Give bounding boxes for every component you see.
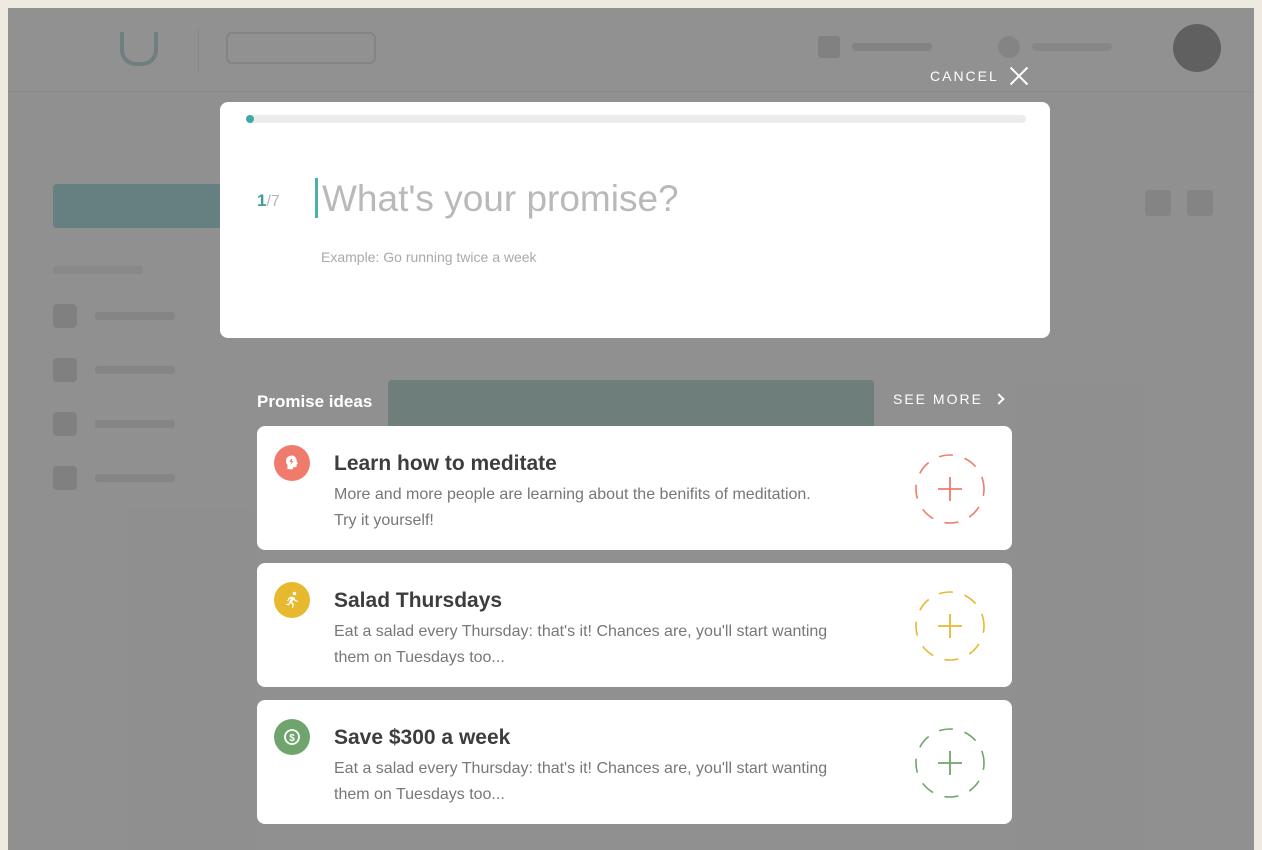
add-idea-button[interactable] bbox=[913, 589, 987, 663]
text-caret bbox=[315, 178, 318, 218]
cancel-label: CANCEL bbox=[930, 68, 999, 84]
step-counter: 1/7 bbox=[257, 191, 280, 211]
step-total: /7 bbox=[266, 193, 280, 210]
idea-card-save[interactable]: $ Save $300 a week Eat a salad every Thu… bbox=[257, 700, 1012, 824]
idea-title: Salad Thursdays bbox=[334, 589, 503, 612]
idea-card-meditate[interactable]: Learn how to meditate More and more peop… bbox=[257, 426, 1012, 550]
see-more-link[interactable]: SEE MORE bbox=[893, 391, 1005, 407]
idea-title: Save $300 a week bbox=[334, 726, 511, 749]
chevron-right-icon bbox=[993, 393, 1005, 405]
promise-input[interactable] bbox=[322, 174, 1002, 224]
see-more-label: SEE MORE bbox=[893, 391, 983, 407]
runner-icon bbox=[274, 582, 310, 618]
idea-description: Eat a salad every Thursday: that's it! C… bbox=[334, 760, 828, 803]
close-icon bbox=[1009, 66, 1029, 86]
example-hint: Example: Go running twice a week bbox=[321, 249, 537, 265]
cancel-button[interactable]: CANCEL bbox=[930, 64, 1029, 88]
add-idea-button[interactable] bbox=[913, 452, 987, 526]
progress-marker bbox=[246, 115, 254, 123]
idea-card-salad[interactable]: Salad Thursdays Eat a salad every Thursd… bbox=[257, 563, 1012, 687]
idea-description: More and more people are learning about … bbox=[334, 486, 811, 529]
head-icon bbox=[274, 445, 310, 481]
add-idea-button[interactable] bbox=[913, 726, 987, 800]
dollar-icon: $ bbox=[274, 719, 310, 755]
promise-question-card: 1/7 Example: Go running twice a week bbox=[220, 102, 1050, 338]
promise-ideas-heading: Promise ideas bbox=[257, 392, 373, 411]
progress-bar bbox=[246, 115, 1026, 123]
svg-text:$: $ bbox=[289, 733, 295, 744]
idea-title: Learn how to meditate bbox=[334, 452, 557, 475]
idea-description: Eat a salad every Thursday: that's it! C… bbox=[334, 623, 828, 666]
